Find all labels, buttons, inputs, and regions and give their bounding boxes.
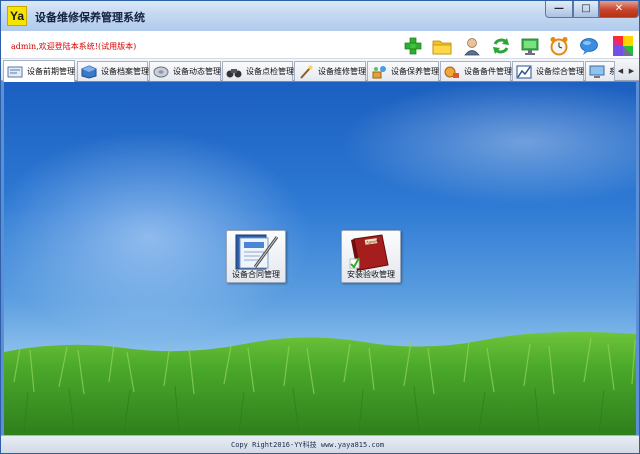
welcome-message: admin,欢迎登陆本系统!(试用版本) <box>11 42 137 51</box>
add-icon[interactable] <box>402 35 424 57</box>
alarm-clock-icon[interactable] <box>548 35 570 57</box>
tab-equipment-preliminary[interactable]: 设备前期管理 <box>3 60 75 82</box>
status-bar: Copy Right2016-YY科技 www.yaya815.com <box>1 435 639 453</box>
contract-management-module[interactable]: 设备合同管理 <box>226 230 286 283</box>
monitor-icon[interactable] <box>519 35 541 57</box>
installation-acceptance-module[interactable]: Agenda 安装验收管理 <box>341 230 401 283</box>
refresh-icon[interactable] <box>490 35 512 57</box>
tab-label: 设备动态管理 <box>173 67 221 76</box>
header-bar: admin,欢迎登陆本系统!(试用版本) <box>1 31 639 59</box>
disc-icon <box>153 66 169 77</box>
app-title: 设备维修保养管理系统 <box>35 11 145 24</box>
tab-label: 设备点检管理 <box>246 67 294 76</box>
tab-label: 设备前期管理 <box>27 67 75 76</box>
tab-equipment-archive[interactable]: 设备档案管理 <box>77 61 149 81</box>
grass-background <box>4 332 636 435</box>
tab-label: 设备维修管理 <box>318 67 366 76</box>
tab-system[interactable]: 系统 <box>585 61 615 81</box>
parts-icon <box>444 66 459 78</box>
maximize-button[interactable]: □ <box>573 1 599 18</box>
tab-equipment-maintenance[interactable]: 设备保养管理 <box>367 61 439 81</box>
minimize-button[interactable]: — <box>545 1 573 18</box>
acceptance-book-icon: Agenda <box>349 234 389 271</box>
tab-spare-parts[interactable]: 设备备件管理 <box>440 61 512 81</box>
color-palette-icon[interactable] <box>612 35 634 57</box>
chart-icon <box>516 65 532 78</box>
user-icon[interactable] <box>461 35 483 57</box>
tab-scroll-left-button[interactable]: ◀ <box>615 65 626 77</box>
close-button[interactable]: ✕ <box>599 1 639 18</box>
tab-label: 设备备件管理 <box>464 67 512 76</box>
module-tile[interactable]: 设备合同管理 <box>226 230 286 283</box>
tab-label: 设备档案管理 <box>101 67 149 76</box>
wand-icon <box>300 65 313 79</box>
module-tile[interactable]: Agenda 安装验收管理 <box>341 230 401 283</box>
tab-label: 设备保养管理 <box>391 67 439 76</box>
module-label: 安装验收管理 <box>347 270 395 279</box>
chat-icon[interactable] <box>578 35 600 57</box>
tab-equipment-repair[interactable]: 设备维修管理 <box>294 61 366 81</box>
copyright-text: Copy Right2016-YY科技 www.yaya815.com <box>231 441 385 449</box>
desktop-area: 设备合同管理 Agenda 安装验收管理 <box>4 82 636 435</box>
tab-equipment-dynamics[interactable]: 设备动态管理 <box>149 61 221 81</box>
tab-scroll-right-button[interactable]: ▶ <box>626 65 637 77</box>
device-list-icon <box>7 66 23 77</box>
cube-icon <box>81 64 97 79</box>
computer-icon <box>589 65 605 78</box>
app-window: Ya 设备维修保养管理系统 — □ ✕ admin,欢迎登陆本系统!(试用版本) <box>0 0 640 454</box>
tab-scroll-buttons: ◀ ▶ <box>615 65 637 77</box>
title-bar[interactable]: Ya 设备维修保养管理系统 — □ ✕ <box>1 1 639 31</box>
tab-label: 设备综合管理 <box>536 67 584 76</box>
module-label: 设备合同管理 <box>232 270 280 279</box>
binoculars-icon <box>226 68 242 77</box>
folder-icon[interactable] <box>431 35 453 57</box>
module-tab-bar: 设备前期管理 设备档案管理 设备动态管理 设备点检管理 设备维修管理 设备保养管… <box>1 59 639 82</box>
contract-pen-icon <box>235 234 279 270</box>
app-logo: Ya <box>7 6 27 26</box>
tab-equipment-inspection[interactable]: 设备点检管理 <box>222 61 294 81</box>
tools-icon <box>372 65 386 78</box>
tab-comprehensive-management[interactable]: 设备综合管理 <box>512 61 584 81</box>
